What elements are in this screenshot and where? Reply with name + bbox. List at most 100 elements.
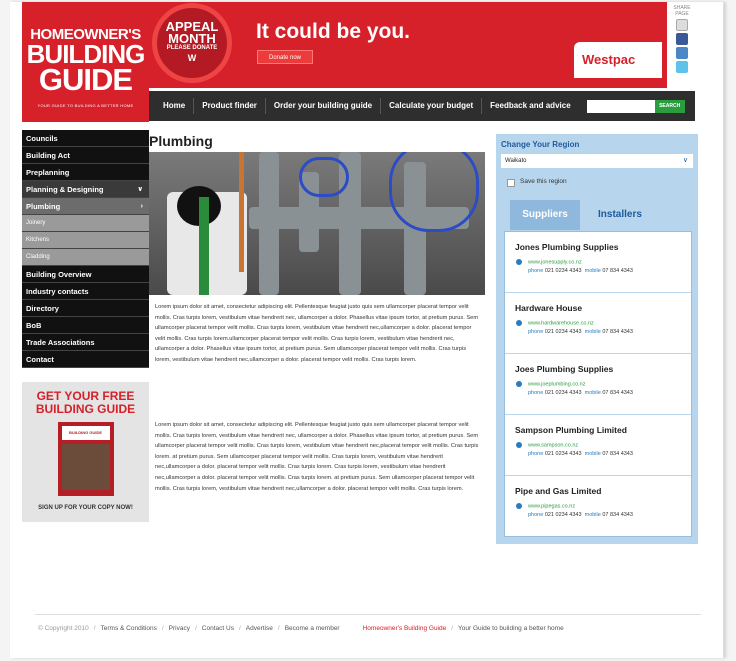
- cover-photo: [61, 444, 110, 490]
- phone-value: 021 0234 4343: [544, 512, 582, 519]
- mobile-label: mobile: [584, 451, 601, 458]
- tab-installers[interactable]: Installers: [580, 200, 660, 230]
- supplier-contact: phone 021 0234 4343 mobile 07 834 4343: [515, 451, 691, 457]
- website-text: www.jonesupply.co.nz: [528, 259, 582, 266]
- phone-label: phone: [528, 512, 544, 519]
- mobile-value: 07 834 4343: [602, 512, 633, 519]
- sidebar-item-building-act[interactable]: Building Act: [22, 147, 149, 164]
- logo-tagline: YOUR GUIDE TO BUILDING A BETTER HOME: [37, 103, 134, 108]
- footer-separator: /: [451, 625, 454, 632]
- nav-calculate-budget[interactable]: Calculate your budget: [381, 98, 483, 114]
- sidebar-item-directory[interactable]: Directory: [22, 300, 149, 317]
- sidebar-label: Plumbing: [26, 202, 61, 211]
- phone-label: phone: [528, 329, 544, 336]
- sidebar-item-contact[interactable]: Contact: [22, 351, 149, 368]
- supplier-website[interactable]: www.hardwarehouse.co.nz: [515, 320, 691, 326]
- link-share-icon[interactable]: [676, 47, 688, 59]
- supplier-contact: phone 021 0234 4343 mobile 07 834 4343: [515, 512, 691, 518]
- email-share-icon[interactable]: [676, 19, 688, 31]
- supplier-list: Jones Plumbing Supplies www.jonesupply.c…: [504, 231, 692, 537]
- globe-icon: [516, 503, 522, 509]
- sidebar-item-joinery[interactable]: Joinery: [22, 215, 149, 232]
- footer-link-member[interactable]: Become a member: [285, 625, 340, 632]
- supplier-contact: phone 021 0234 4343 mobile 07 834 4343: [515, 329, 691, 335]
- sidebar-item-councils[interactable]: Councils: [22, 130, 149, 147]
- sidebar-item-cladding[interactable]: Cladding: [22, 249, 149, 266]
- sponsor-logo[interactable]: Westpac: [574, 42, 662, 78]
- sidebar-item-bob[interactable]: BoB: [22, 317, 149, 334]
- region-selected-value: Waikato: [505, 158, 527, 164]
- site-logo[interactable]: HOMEOWNER'S BUILDING GUIDE YOUR GUIDE TO…: [22, 2, 149, 122]
- facebook-share-icon[interactable]: [676, 33, 688, 45]
- save-region-checkbox[interactable]: [507, 179, 515, 187]
- tab-suppliers[interactable]: Suppliers: [510, 200, 580, 230]
- supplier-name: Hardware House: [515, 303, 583, 313]
- chevron-right-icon: ›: [140, 203, 143, 210]
- mobile-label: mobile: [584, 329, 601, 336]
- footer-link-terms[interactable]: Terms & Conditions: [101, 625, 157, 632]
- sidebar-item-planning-designing[interactable]: Planning & Designing ∨: [22, 181, 149, 198]
- page: HOMEOWNER'S BUILDING GUIDE YOUR GUIDE TO…: [10, 2, 724, 658]
- badge-logo: W: [187, 53, 197, 63]
- sidebar-item-preplanning[interactable]: Preplanning: [22, 164, 149, 181]
- sidebar-item-trade-associations[interactable]: Trade Associations: [22, 334, 149, 351]
- phone-value: 021 0234 4343: [544, 268, 582, 275]
- footer-link-advertise[interactable]: Advertise: [246, 625, 273, 632]
- logo-line3: GUIDE: [38, 62, 133, 97]
- nav-product-finder[interactable]: Product finder: [194, 98, 266, 114]
- region-select[interactable]: Waikato ∨: [501, 154, 693, 168]
- mobile-value: 07 834 4343: [602, 268, 633, 275]
- footer-separator: /: [93, 625, 96, 632]
- supplier-website[interactable]: www.joeplumbing.co.nz: [515, 381, 691, 387]
- footer: © Copyright 2010 / Terms & Conditions / …: [35, 614, 701, 642]
- supplier-card[interactable]: Pipe and Gas Limited www.pipegas.co.nz p…: [505, 476, 691, 537]
- nav-order-guide[interactable]: Order your building guide: [266, 98, 382, 114]
- supplier-website[interactable]: www.jonesupply.co.nz: [515, 259, 691, 265]
- phone-label: phone: [528, 451, 544, 458]
- globe-icon: [516, 381, 522, 387]
- globe-icon: [516, 442, 522, 448]
- promo-cta[interactable]: SIGN UP FOR YOUR COPY NOW!: [22, 505, 149, 511]
- share-title: SHARE PAGE: [673, 5, 691, 17]
- supplier-name: Sampson Plumbing Limited: [515, 425, 627, 435]
- mobile-label: mobile: [584, 268, 601, 275]
- footer-link-privacy[interactable]: Privacy: [169, 625, 190, 632]
- globe-icon: [516, 320, 522, 326]
- mobile-label: mobile: [584, 390, 601, 397]
- mobile-value: 07 834 4343: [602, 390, 633, 397]
- phone-label: phone: [528, 390, 544, 397]
- supplier-card[interactable]: Joes Plumbing Supplies www.joeplumbing.c…: [505, 354, 691, 415]
- sidebar-item-industry-contacts[interactable]: Industry contacts: [22, 283, 149, 300]
- supplier-card[interactable]: Jones Plumbing Supplies www.jonesupply.c…: [505, 232, 691, 293]
- sidebar-item-kitchens[interactable]: Kitchens: [22, 232, 149, 249]
- footer-separator: /: [161, 625, 164, 632]
- appeal-banner[interactable]: APPEAL MONTH PLEASE DONATE W It could be …: [149, 2, 667, 88]
- sidebar-item-plumbing[interactable]: Plumbing ›: [22, 198, 149, 215]
- supplier-card[interactable]: Sampson Plumbing Limited www.sampson.co.…: [505, 415, 691, 476]
- donate-button[interactable]: Donate now: [257, 50, 313, 64]
- supplier-card[interactable]: Hardware House www.hardwarehouse.co.nz p…: [505, 293, 691, 354]
- search-button[interactable]: SEARCH: [654, 99, 685, 113]
- nav-feedback[interactable]: Feedback and advice: [482, 98, 578, 114]
- footer-link-contact[interactable]: Contact Us: [202, 625, 234, 632]
- sidebar-label: Planning & Designing: [26, 185, 104, 194]
- supplier-website[interactable]: www.sampson.co.nz: [515, 442, 691, 448]
- supplier-contact: phone 021 0234 4343 mobile 07 834 4343: [515, 268, 691, 274]
- nav-home[interactable]: Home: [155, 98, 195, 114]
- supplier-name: Pipe and Gas Limited: [515, 486, 602, 496]
- footer-separator: /: [238, 625, 241, 632]
- supplier-name: Jones Plumbing Supplies: [515, 242, 619, 252]
- save-region-label: Save this region: [520, 178, 567, 185]
- supplier-website[interactable]: www.pipegas.co.nz: [515, 503, 691, 509]
- sidebar-nav: Councils Building Act Preplanning Planni…: [22, 130, 149, 368]
- website-text: www.sampson.co.nz: [528, 442, 579, 449]
- website-text: www.hardwarehouse.co.nz: [528, 320, 594, 327]
- footer-brand[interactable]: Homeowner's Building Guide: [363, 625, 447, 632]
- search-input[interactable]: [586, 99, 655, 113]
- main-nav: Home Product finder Order your building …: [149, 91, 695, 121]
- sidebar-item-building-overview[interactable]: Building Overview: [22, 266, 149, 283]
- twitter-share-icon[interactable]: [676, 61, 688, 73]
- free-guide-promo[interactable]: GET YOUR FREE BUILDING GUIDE BUILDING GUI…: [22, 382, 149, 522]
- phone-value: 021 0234 4343: [544, 451, 582, 458]
- badge-line3: PLEASE DONATE: [166, 45, 218, 51]
